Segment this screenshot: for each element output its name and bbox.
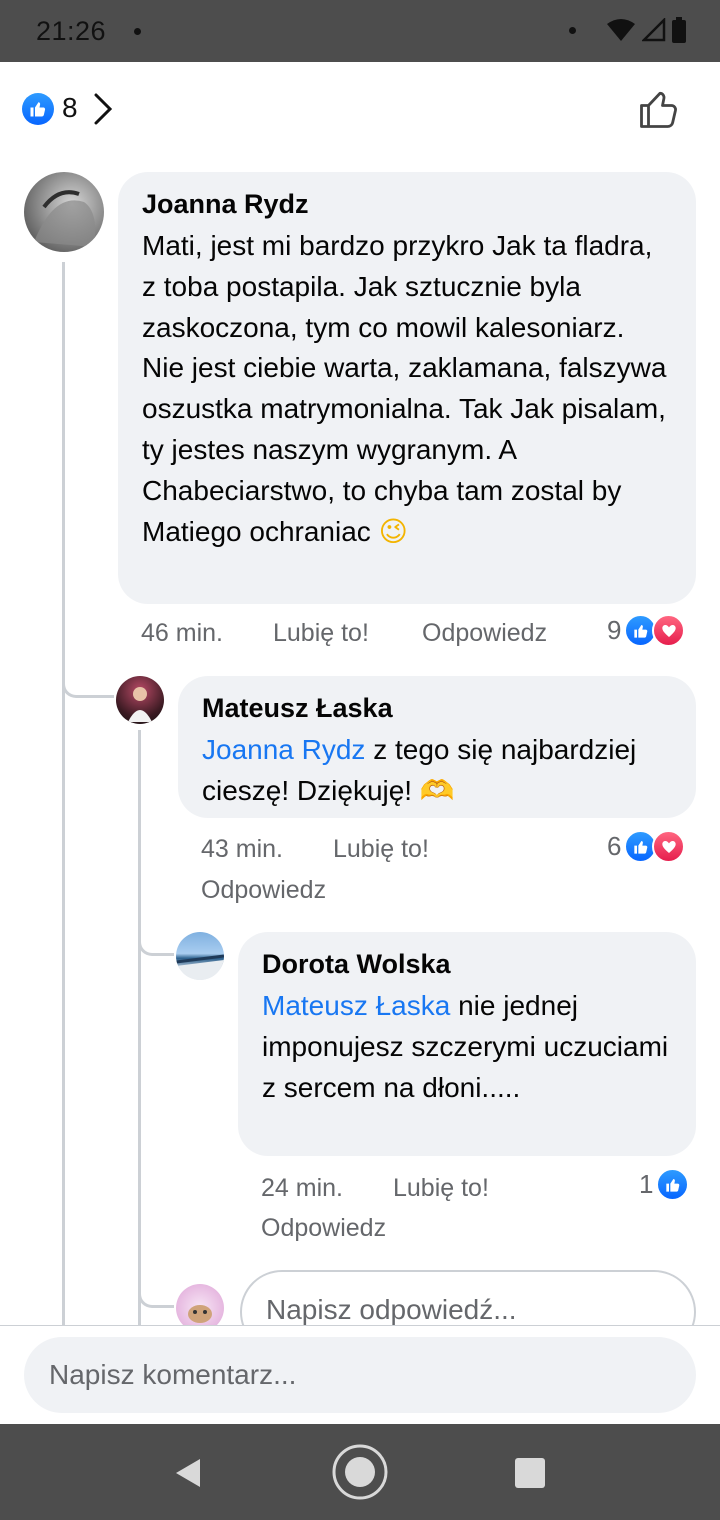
comment-time: 24 min. (261, 1174, 343, 1202)
system-icons (569, 17, 686, 43)
comment-bubble[interactable]: Dorota Wolska Mateusz Łaska nie jednej i… (238, 932, 696, 1156)
mention-link[interactable]: Joanna Rydz (202, 734, 365, 765)
reaction-count: 6 (607, 831, 622, 861)
thread-connector (62, 660, 114, 698)
comment-text: Joanna Rydz z tego się najbardziej ciesz… (202, 734, 637, 806)
heart-hands-emoji: 🫶 (419, 774, 455, 806)
wink-emoji: 😉 (378, 515, 408, 547)
reaction-count: 1 (639, 1169, 654, 1199)
notification-dot-icon (569, 26, 576, 34)
back-icon[interactable] (172, 1457, 204, 1489)
comment-reactions[interactable]: 9 (607, 614, 686, 647)
comment-author[interactable]: Joanna Rydz (142, 186, 672, 222)
thread-line (138, 730, 141, 1325)
like-outline-icon[interactable] (638, 88, 680, 130)
avatar[interactable] (24, 172, 104, 252)
like-comment-button[interactable]: Lubię to! (393, 1174, 489, 1203)
reply-button[interactable]: Odpowiedz (201, 876, 326, 905)
system-nav-bar (0, 1424, 720, 1520)
thread-connector (138, 918, 174, 956)
reply-button[interactable]: Odpowiedz (422, 619, 547, 648)
status-bar: 21:26 (0, 0, 720, 62)
love-reaction-icon (652, 830, 686, 863)
comment-bubble[interactable]: Mateusz Łaska Joanna Rydz z tego się naj… (178, 676, 696, 818)
like-reaction-icon (656, 1168, 690, 1201)
thread-connector (138, 1270, 174, 1308)
home-icon[interactable] (331, 1443, 389, 1501)
battery-icon (672, 17, 686, 43)
thread-line (62, 262, 65, 1325)
comment-input[interactable]: Napisz komentarz... (24, 1337, 696, 1413)
mention-link[interactable]: Mateusz Łaska (262, 990, 450, 1021)
avatar[interactable] (176, 932, 224, 980)
avatar[interactable] (116, 676, 164, 724)
status-time: 21:26 (36, 16, 107, 46)
comment-reactions[interactable]: 6 (607, 830, 686, 863)
comment-text: Mati, jest mi bardzo przykro Jak ta flad… (142, 230, 667, 547)
reaction-count: 9 (607, 615, 622, 645)
comment-author[interactable]: Dorota Wolska (262, 946, 672, 982)
reply-button[interactable]: Odpowiedz (261, 1214, 386, 1243)
comment-reactions[interactable]: 1 (639, 1168, 690, 1201)
reaction-count[interactable]: 8 (62, 92, 78, 124)
love-reaction-icon (652, 614, 686, 647)
notification-dot-icon (134, 28, 141, 35)
recents-icon[interactable] (514, 1457, 546, 1489)
comment-author[interactable]: Mateusz Łaska (202, 690, 672, 726)
comment-text: Mateusz Łaska nie jednej imponujesz szcz… (262, 990, 669, 1103)
wifi-icon (607, 19, 635, 41)
like-comment-button[interactable]: Lubię to! (333, 835, 429, 864)
comment-time: 43 min. (201, 835, 283, 863)
signal-icon (642, 18, 666, 42)
like-reaction-icon[interactable] (22, 93, 54, 125)
chevron-right-icon[interactable] (92, 93, 114, 125)
comment-bubble[interactable]: Joanna Rydz Mati, jest mi bardzo przykro… (118, 172, 696, 604)
like-comment-button[interactable]: Lubię to! (273, 619, 369, 648)
comment-time: 46 min. (141, 619, 223, 647)
